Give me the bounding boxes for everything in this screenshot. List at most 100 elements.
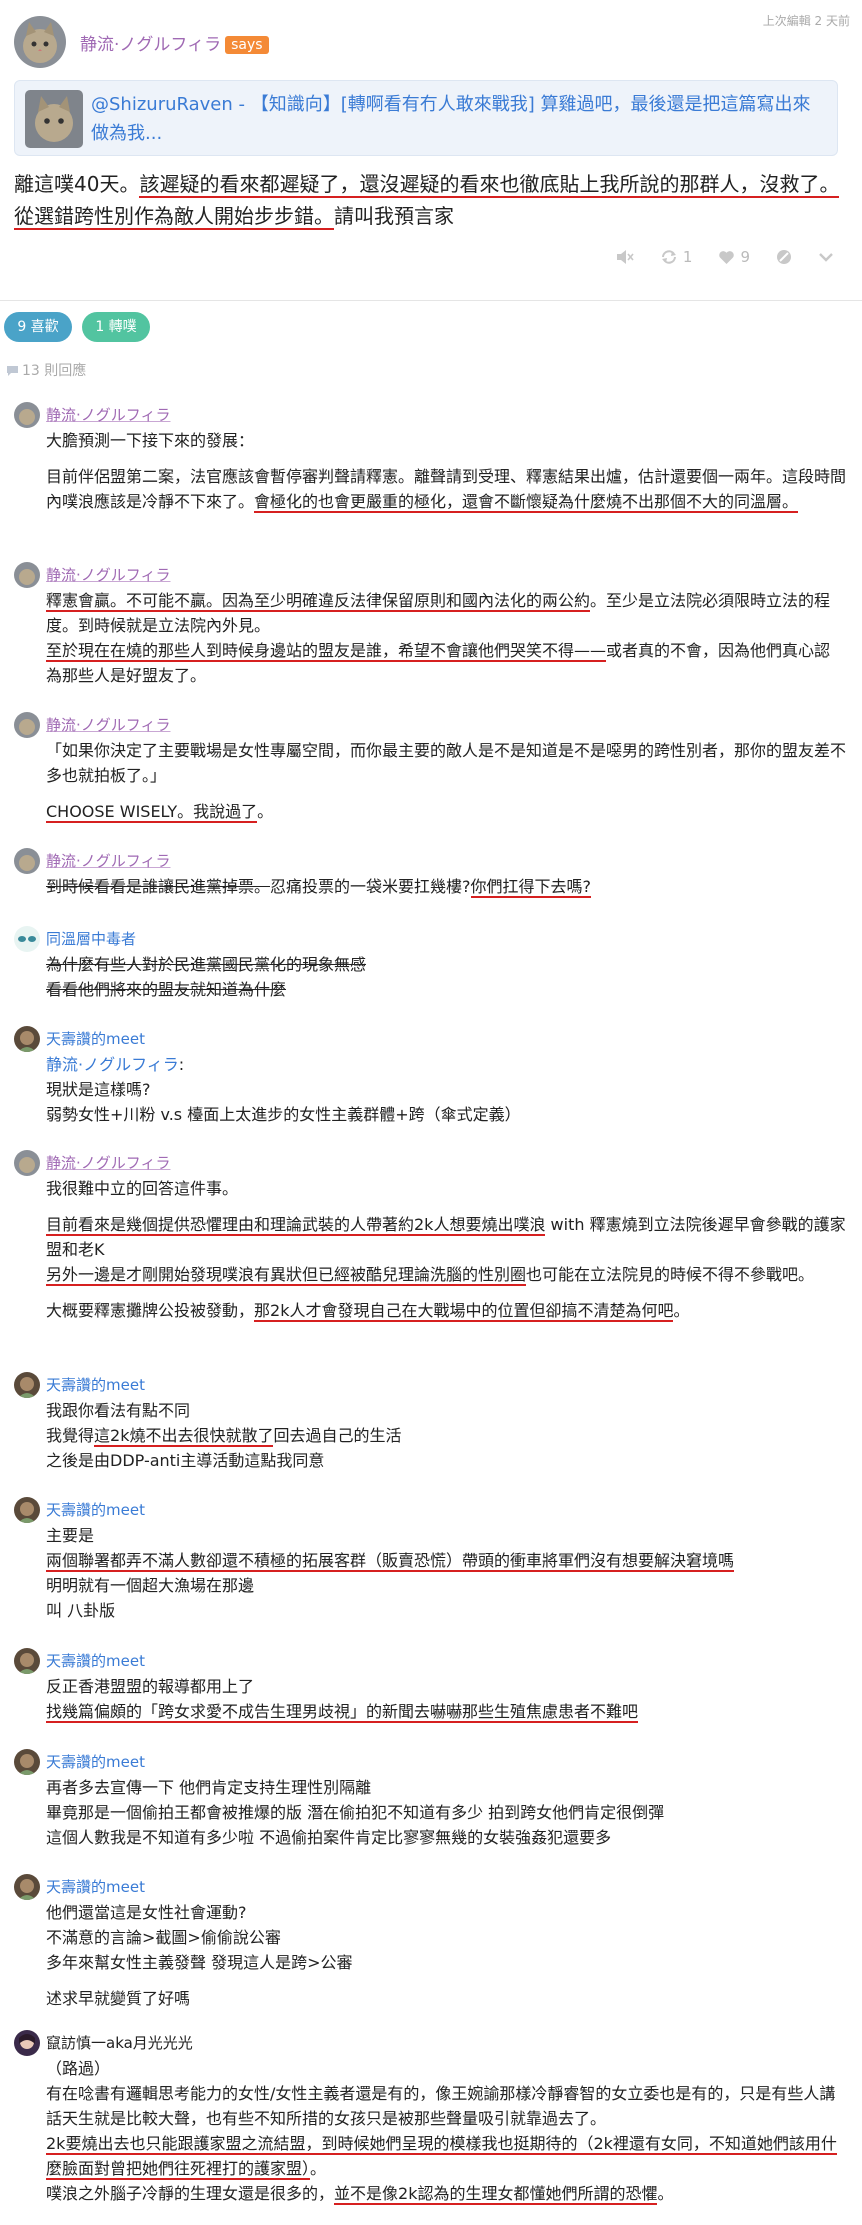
response-line: 我跟你看法有點不同	[46, 1401, 191, 1420]
response-text-underlined: 另外一邊是才剛開始發現噗浪有異狀但已經被酷兒理論洗腦的性別圈	[46, 1265, 527, 1286]
replurk-button[interactable]: 1	[660, 248, 693, 266]
response-line: 目前伴侶盟第二案，法官應該會暫停審判聲請釋憲。離聲請到受理、釋憲結果出爐，估計還…	[46, 464, 846, 514]
quoted-plurk-link[interactable]: @ShizuruRaven - 【知識向】[轉啊看有冇人敢來戰我] 算雞過吧，最…	[91, 90, 823, 148]
response-line: 多年來幫女性主義發聲 發現這人是跨>公審	[46, 1953, 353, 1972]
response-text-underlined: 這2k燒不出去很快就散了	[94, 1426, 274, 1447]
response-text-struck: 到時候看看是誰讓民進黨掉票。	[46, 877, 271, 896]
plurk-text-part: 離這噗40天。	[14, 172, 140, 196]
mention-link[interactable]: 静流·ノグルフィラ	[46, 1055, 179, 1074]
response-text-underlined: 會極化的也會更嚴重的極化，還會不斷懷疑為什麼燒不出那個不大的同溫層。	[254, 492, 799, 513]
responder-name[interactable]: 同溫層中毒者	[46, 929, 136, 949]
response-line: CHOOSE WISELY。我說過了。	[46, 799, 846, 824]
responder-avatar[interactable]	[14, 1372, 40, 1398]
response-count: 13 則回應	[0, 360, 862, 386]
response-line: 至於現在在燒的那些人到時候身邊站的盟友是誰，希望不會讓他們哭笑不得——或者真的不…	[46, 638, 846, 688]
response-text: 大概要釋憲攤牌公投被發動，	[46, 1301, 255, 1320]
response-line: 大概要釋憲攤牌公投被發動，那2k人才會發現自己在大戰場中的位置但卻搞不清楚為何吧…	[46, 1298, 846, 1323]
responder-name[interactable]: 天壽讚的meet	[46, 1029, 145, 1049]
response-text: 。	[673, 1301, 690, 1320]
plurk-actions: 1 9	[616, 248, 834, 266]
responder-name[interactable]: 静流·ノグルフィラ	[46, 405, 170, 425]
response-line: 2k要燒出去也只能跟護家盟之流結盟，到時候她們呈現的模樣我也挺期待的（2k裡還有…	[46, 2131, 846, 2181]
responder-name[interactable]: 静流·ノグルフィラ	[46, 565, 170, 585]
responder-name[interactable]: 天壽讚的meet	[46, 1877, 145, 1897]
responder-avatar[interactable]	[14, 1497, 40, 1523]
response-line: 釋憲會贏。不可能不贏。因為至少明確違反法律保留原則和國內法化的兩公約。至少是立法…	[46, 588, 846, 638]
response-text: :	[178, 1055, 185, 1074]
like-button[interactable]: 9	[718, 248, 750, 266]
responder-name[interactable]: 静流·ノグルフィラ	[46, 715, 170, 735]
response-content: 釋憲會贏。不可能不贏。因為至少明確違反法律保留原則和國內法化的兩公約。至少是立法…	[46, 588, 846, 688]
plurk-text-underlined: 從選錯跨性別作為敵人開始步步錯。	[14, 204, 334, 230]
response-line: 静流·ノグルフィラ:	[46, 1052, 846, 1077]
response-line: 到時候看看是誰讓民進黨掉票。忍痛投票的一袋米要扛幾樓?你們扛得下去嗎?	[46, 874, 846, 899]
responder-avatar[interactable]	[14, 2030, 40, 2056]
responder-name[interactable]: 天壽讚的meet	[46, 1752, 145, 1772]
responder-avatar[interactable]	[14, 1648, 40, 1674]
replurk-count: 1	[682, 248, 693, 266]
likes-badge[interactable]: 9 喜歡	[4, 312, 72, 342]
mute-icon	[616, 250, 634, 264]
response-line-struck: 看看他們將來的盟友就知道為什麼	[46, 980, 287, 999]
responder-name[interactable]: 天壽讚的meet	[46, 1651, 145, 1671]
responder-name[interactable]: 天壽讚的meet	[46, 1500, 145, 1520]
response-text-underlined: 兩個聯署都弄不滿人數卻還不積極的拓展客群（販賣恐慌）帶頭的衝車將軍們沒有想要解決…	[46, 1551, 735, 1572]
responder-name[interactable]: 静流·ノグルフィラ	[46, 1153, 170, 1173]
response-line: 叫 八卦版	[46, 1601, 116, 1620]
quoted-plurk[interactable]: @ShizuruRaven - 【知識向】[轉啊看有冇人敢來戰我] 算雞過吧，最…	[14, 80, 838, 156]
responder-avatar[interactable]	[14, 1150, 40, 1176]
response-line: 「如果你決定了主要戰場是女性專屬空間，而你最主要的敵人是不是知道是不是噁男的跨性…	[46, 741, 847, 785]
response-text: 也可能在立法院見的時候不得不參戰吧。	[526, 1265, 815, 1284]
main-plurk: 上次編輯 2 天前 静流·ノグルフィラ says @ShizuruRaven -…	[0, 0, 862, 312]
responder-avatar[interactable]	[14, 1874, 40, 1900]
response-line: 他們還當這是女性社會運動?	[46, 1903, 247, 1922]
response-line: 反正香港盟盟的報導都用上了	[46, 1677, 255, 1696]
response-text: 。	[657, 2184, 674, 2203]
responder-name[interactable]: 竄訪慎一aka月光光光	[46, 2033, 193, 2053]
responder-avatar[interactable]	[14, 1749, 40, 1775]
responder-avatar[interactable]	[14, 712, 40, 738]
response-text: 噗浪之外腦子冷靜的生理女還是很多的，	[46, 2184, 335, 2203]
author-avatar[interactable]	[14, 16, 66, 68]
response-content: 為什麼有些人對於民進黨國民黨化的現象無感 看看他們將來的盟友就知道為什麼	[46, 952, 846, 1002]
response-line: 有在唸書有邏輯思考能力的女性/女性主義者還是有的，像王婉諭那樣冷靜睿智的女立委也…	[46, 2084, 836, 2128]
responder-avatar[interactable]	[14, 402, 40, 428]
response-content: 到時候看看是誰讓民進黨掉票。忍痛投票的一袋米要扛幾樓?你們扛得下去嗎?	[46, 874, 846, 899]
response-text: 。	[257, 802, 274, 821]
response-line: 兩個聯署都弄不滿人數卻還不積極的拓展客群（販賣恐慌）帶頭的衝車將軍們沒有想要解決…	[46, 1548, 846, 1573]
response-line: 另外一邊是才剛開始發現噗浪有異狀但已經被酷兒理論洗腦的性別圈也可能在立法院見的時…	[46, 1262, 846, 1287]
response-text-underlined: 並不是像2k認為的生理女都懂她們所謂的恐懼	[334, 2184, 658, 2205]
response-line: 找幾篇偏頗的「跨女求愛不成告生理男歧視」的新聞去嚇嚇那些生殖焦慮患者不難吧	[46, 1699, 846, 1724]
responder-name[interactable]: 天壽讚的meet	[46, 1375, 145, 1395]
comment-icon	[7, 366, 18, 376]
responder-avatar[interactable]	[14, 1026, 40, 1052]
divider	[0, 300, 862, 301]
mute-button[interactable]	[616, 249, 634, 265]
response-line: 之後是由DDP-anti主導活動這點我同意	[46, 1451, 325, 1470]
responder-avatar[interactable]	[14, 926, 40, 952]
author-name[interactable]: 静流·ノグルフィラ says	[80, 30, 269, 55]
plurk-text-underlined: 該遲疑的看來都遲疑了，還沒遲疑的看來也徹底貼上我所說的那群人，沒救了。	[139, 172, 840, 198]
response-line: 我覺得這2k燒不出去很快就散了回去過自己的生活	[46, 1423, 846, 1448]
plurk-text-part: 請叫我預言家	[334, 204, 454, 228]
more-options-button[interactable]	[818, 252, 834, 262]
says-badge: says	[225, 36, 269, 54]
author-name-text[interactable]: 静流·ノグルフィラ	[80, 35, 221, 55]
response-text: 回去過自己的生活	[273, 1426, 402, 1445]
response-content: 主要是 兩個聯署都弄不滿人數卻還不積極的拓展客群（販賣恐慌）帶頭的衝車將軍們沒有…	[46, 1523, 846, 1623]
response-text-underlined: 那2k人才會發現自己在大戰場中的位置但卻搞不清楚為何吧	[254, 1301, 674, 1322]
edited-timestamp: 上次編輯 2 天前	[762, 14, 850, 28]
block-button[interactable]	[776, 249, 792, 265]
plurk-content: 離這噗40天。該遲疑的看來都遲疑了，還沒遲疑的看來也徹底貼上我所說的那群人，沒救…	[14, 168, 850, 232]
response-content: 再者多去宣傳一下 他們肯定支持生理性別隔離 畢竟那是一個偷拍王都會被推爆的版 潛…	[46, 1775, 846, 1850]
responder-avatar[interactable]	[14, 848, 40, 874]
response-line: 目前看來是幾個提供恐懼理由和理論武裝的人帶著約2k人想要燒出噗浪 with 釋憲…	[46, 1212, 846, 1262]
chevron-down-icon	[819, 253, 833, 262]
shares-badge[interactable]: 1 轉噗	[82, 312, 150, 342]
response-text-underlined: CHOOSE WISELY。我說過了	[46, 802, 258, 823]
responder-name[interactable]: 静流·ノグルフィラ	[46, 851, 170, 871]
response-line: 述求早就變質了好嗎	[46, 1989, 191, 2008]
response-line: 噗浪之外腦子冷靜的生理女還是很多的，並不是像2k認為的生理女都懂她們所謂的恐懼。	[46, 2181, 846, 2206]
response-text-underlined: 2k要燒出去也只能跟護家盟之流結盟，到時候她們呈現的模樣我也挺期待的（2k裡還有…	[46, 2134, 837, 2180]
responder-avatar[interactable]	[14, 562, 40, 588]
